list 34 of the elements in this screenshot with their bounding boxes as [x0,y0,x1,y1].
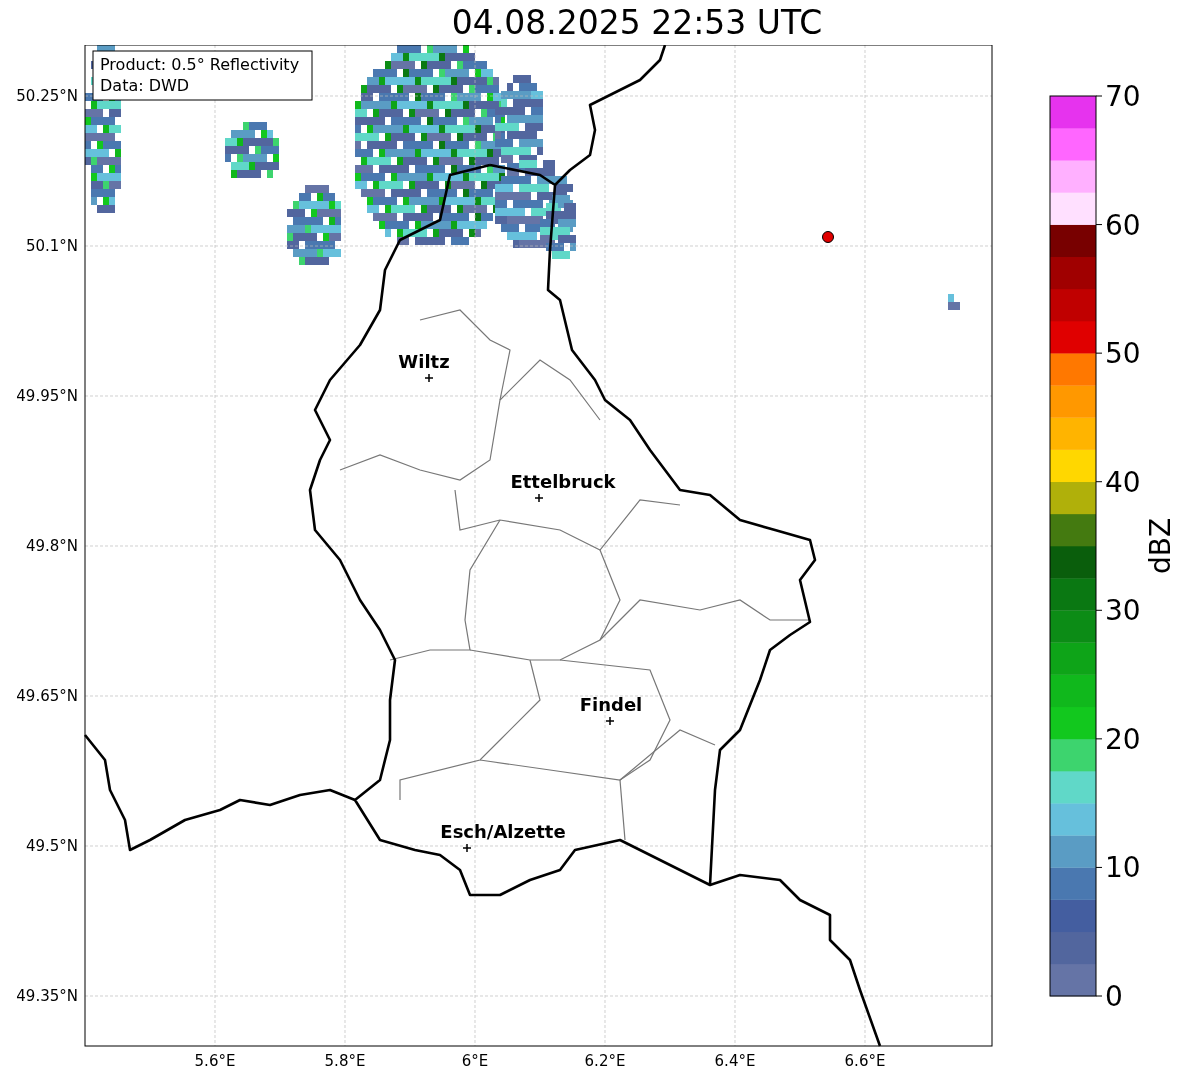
colorbar-tick-label: 20 [1105,722,1141,756]
city-label: Findel [579,694,643,715]
city-label: Wiltz [398,351,450,372]
colorbar-tick-label: 30 [1105,594,1141,628]
city-label: Ettelbruck [510,471,616,492]
city-label: Esch/Alzette [440,821,566,842]
longitude-tick-label: 6.2°E [584,1052,626,1070]
latitude-tick-label: 49.95°N [16,387,78,405]
colorbar-tick-label: 70 [1105,80,1141,113]
longitude-tick-label: 6.6°E [844,1052,886,1070]
longitude-tick-label: 6.4°E [714,1052,756,1070]
latitude-tick-label: 49.65°N [16,687,78,705]
legend-text: Data: DWD [100,76,190,95]
city-marker-icon [462,843,472,853]
longitude-tick-label: 5.6°E [194,1052,236,1070]
city-marker-icon [424,373,434,383]
latitude-tick-label: 49.35°N [16,987,78,1005]
latitude-tick-label: 50.25°N [16,87,78,105]
colorbar-tick-label: 10 [1105,851,1141,885]
latitude-tick-label: 49.5°N [25,837,78,855]
chart-title: 04.08.2025 22:53 UTC [450,2,823,44]
latitude-tick-label: 49.8°N [25,537,78,555]
colorbar-tick-label: 0 [1105,980,1123,1013]
colorbar-tick-label: 50 [1105,337,1141,371]
radar-site-marker [822,231,834,243]
colorbar-tick-label: 40 [1105,465,1141,499]
latitude-tick-label: 50.1°N [25,237,78,255]
colorbar-label: dBZ [1144,517,1177,575]
city-marker-icon [534,493,544,503]
colorbar-tick-label: 60 [1105,208,1141,242]
longitude-tick-label: 6°E [461,1052,489,1070]
city-marker-icon [605,716,615,726]
legend-text: Product: 0.5° Reflectivity [100,55,300,74]
longitude-tick-label: 5.8°E [324,1052,366,1070]
